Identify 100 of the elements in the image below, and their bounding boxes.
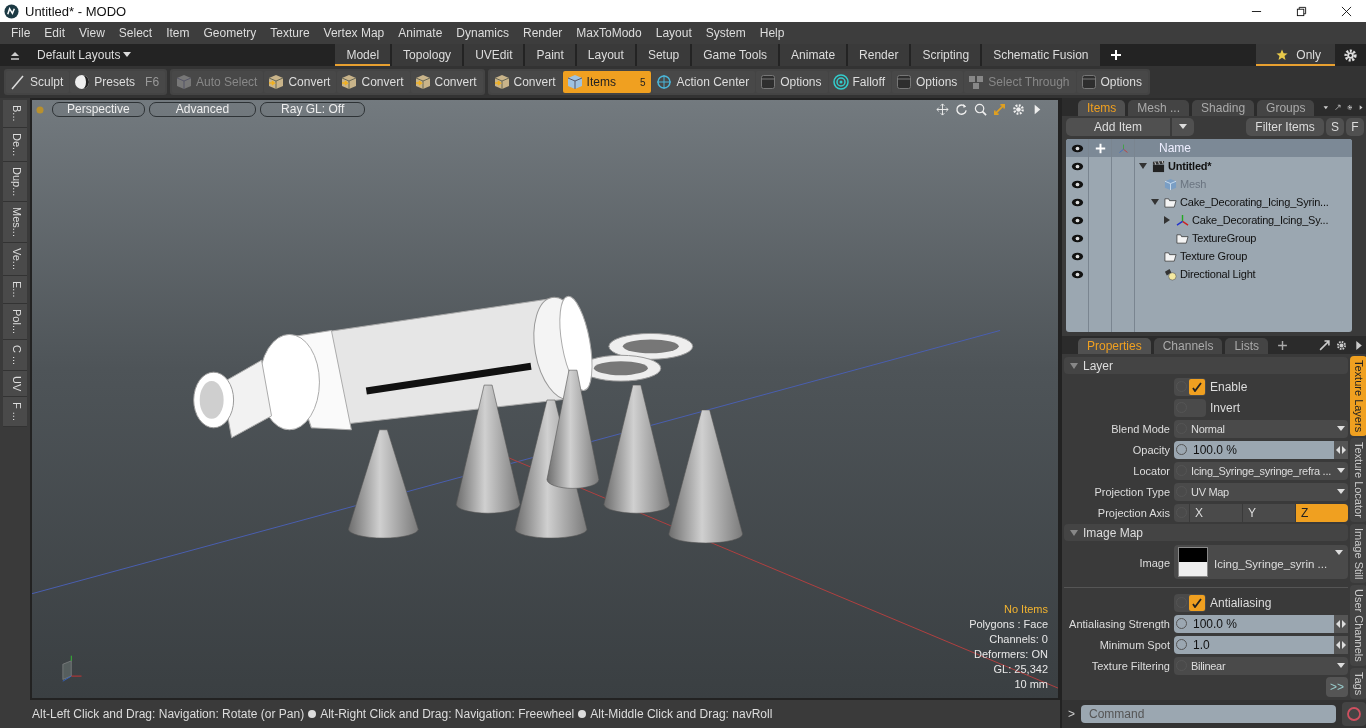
menu-item[interactable]: Render bbox=[516, 26, 570, 40]
tool-button[interactable]: Options bbox=[756, 71, 828, 93]
property-label: Locator bbox=[1132, 464, 1170, 477]
panel-tab[interactable]: Items bbox=[1078, 100, 1126, 116]
layout-tab[interactable]: Schematic Fusion bbox=[982, 44, 1102, 66]
menu-item[interactable]: MaxToModo bbox=[569, 26, 649, 40]
viewport-option-button[interactable]: Ray GL: Off bbox=[260, 102, 366, 117]
toggle-button[interactable]: S bbox=[1326, 118, 1344, 136]
tool-button[interactable]: Convert bbox=[264, 71, 337, 93]
checkbox-label: Invert bbox=[1210, 400, 1240, 415]
menu-item[interactable]: Dynamics bbox=[449, 26, 516, 40]
side-tab[interactable]: Image Still bbox=[1350, 524, 1366, 584]
filter-items-button[interactable]: Filter Items bbox=[1246, 118, 1324, 136]
tool-button[interactable]: Sculpt bbox=[6, 71, 70, 93]
menu-item[interactable]: Animate bbox=[391, 26, 450, 40]
side-tab[interactable]: F ... bbox=[3, 397, 27, 428]
number-field[interactable]: 100.0 % bbox=[1174, 614, 1348, 633]
tool-button[interactable]: Options bbox=[1076, 71, 1148, 93]
side-tab[interactable]: Mes... bbox=[3, 202, 27, 244]
side-tab[interactable]: Texture Layers bbox=[1350, 356, 1366, 437]
menu-item[interactable]: Layout bbox=[648, 26, 699, 40]
number-field[interactable]: 100.0 % bbox=[1174, 440, 1348, 459]
menu-item[interactable]: Item bbox=[159, 26, 197, 40]
panel-tab[interactable]: Shading bbox=[1192, 100, 1255, 116]
tree-row[interactable]: Directional Light bbox=[1066, 265, 1352, 283]
property-label: Texture Filtering bbox=[1090, 659, 1170, 672]
panel-tab[interactable]: Channels bbox=[1153, 338, 1223, 354]
favorites-button[interactable]: Only bbox=[1256, 44, 1335, 66]
window-title: Untitled* - MODO bbox=[25, 3, 128, 19]
tool-button[interactable]: Action Center bbox=[652, 71, 756, 93]
layout-tab[interactable]: Render bbox=[848, 44, 912, 66]
tool-button[interactable]: Items 5 bbox=[562, 71, 652, 93]
more-button[interactable]: >> bbox=[1326, 676, 1348, 697]
layout-tab[interactable]: Layout bbox=[576, 44, 637, 66]
tool-button[interactable]: Presets F6 bbox=[70, 71, 166, 93]
menu-item[interactable]: Geometry bbox=[196, 26, 264, 40]
menu-item[interactable]: Edit bbox=[37, 26, 73, 40]
layout-tab[interactable]: Animate bbox=[780, 44, 849, 66]
status-hint: Alt-Left Click and Drag: Navigation: Rotate (or Pan) bbox=[32, 707, 305, 721]
side-tab[interactable]: E... bbox=[3, 276, 27, 304]
viewport-info-text: No Items bbox=[1004, 602, 1048, 617]
tool-button[interactable]: Options bbox=[892, 71, 964, 93]
tree-row[interactable]: TextureGroup bbox=[1066, 229, 1352, 247]
menu-item[interactable]: File bbox=[4, 26, 38, 40]
dropdown[interactable]: UV Map bbox=[1174, 482, 1348, 501]
viewport-info-text: Deformers: ON bbox=[974, 647, 1048, 662]
side-tab[interactable]: B... bbox=[3, 100, 27, 128]
side-tab[interactable]: De... bbox=[3, 127, 27, 162]
tree-row[interactable]: Cake_Decorating_Icing_Sy... bbox=[1066, 211, 1352, 229]
menu-item[interactable]: System bbox=[698, 26, 753, 40]
layout-tab[interactable]: Paint bbox=[525, 44, 577, 66]
status-hint: Alt-Right Click and Drag: Navigation: Freewheel bbox=[320, 707, 575, 721]
axis-option[interactable]: Z bbox=[1295, 503, 1348, 522]
layout-tab[interactable]: Scripting bbox=[911, 44, 983, 66]
menu-item[interactable]: Vertex Map bbox=[316, 26, 392, 40]
toggle-button[interactable]: F bbox=[1346, 118, 1364, 136]
menu-item[interactable]: Texture bbox=[263, 26, 317, 40]
tool-button[interactable]: Convert bbox=[410, 71, 483, 93]
number-field[interactable]: 1.0 bbox=[1174, 635, 1348, 654]
viewport-option-button[interactable]: Perspective bbox=[52, 102, 145, 117]
menu-item[interactable]: Help bbox=[752, 26, 792, 40]
section-header[interactable]: Image Map bbox=[1064, 524, 1348, 541]
tree-row[interactable]: Cake_Decorating_Icing_Syrin... bbox=[1066, 193, 1352, 211]
side-tab[interactable]: C ... bbox=[3, 339, 27, 371]
section-header[interactable]: Layer bbox=[1064, 357, 1348, 374]
viewport[interactable]: Perspective Advanced Ray GL: Off No Items Polygons : Face Channels: 0 Deformers: ON GL: 25,342 10 mm bbox=[30, 98, 1060, 700]
viewport-option-button[interactable]: Advanced bbox=[148, 102, 257, 117]
panel-tab[interactable]: Groups bbox=[1257, 100, 1315, 116]
tool-button[interactable]: Falloff bbox=[828, 71, 891, 93]
side-tab[interactable]: Pol... bbox=[3, 303, 27, 340]
tool-button[interactable]: Convert bbox=[489, 71, 562, 93]
menu-item[interactable]: Select bbox=[111, 26, 160, 40]
viewport-info-text: Channels: 0 bbox=[989, 632, 1048, 647]
side-tab[interactable]: User Channels bbox=[1350, 585, 1366, 667]
property-label: Antialiasing Strength bbox=[1068, 617, 1170, 630]
layout-tab[interactable]: Game Tools bbox=[692, 44, 781, 66]
side-tab[interactable]: Dup... bbox=[3, 161, 27, 203]
dropdown[interactable]: Normal bbox=[1174, 419, 1348, 438]
panel-tab[interactable]: Properties bbox=[1078, 338, 1151, 354]
dropdown[interactable]: Icing_Syringe_syringe_refra ... bbox=[1174, 461, 1348, 480]
image-picker[interactable]: Icing_Syringe_syrin ... bbox=[1174, 545, 1348, 579]
tree-row[interactable]: Texture Group bbox=[1066, 247, 1352, 265]
layout-tab[interactable]: Topology bbox=[392, 44, 465, 66]
side-tab[interactable]: UV bbox=[3, 370, 27, 398]
menu-item[interactable]: View bbox=[72, 26, 112, 40]
side-tab[interactable]: Ve... bbox=[3, 243, 27, 277]
tree-row[interactable]: Untitled* bbox=[1066, 157, 1352, 175]
panel-tab[interactable]: Mesh ... bbox=[1128, 100, 1190, 116]
side-tab[interactable]: Tags bbox=[1350, 668, 1366, 700]
command-field[interactable]: Command bbox=[1081, 705, 1336, 723]
tool-button[interactable]: Convert bbox=[337, 71, 410, 93]
add-item-button[interactable]: Add Item bbox=[1066, 118, 1170, 136]
dropdown[interactable]: Bilinear bbox=[1174, 656, 1348, 675]
layouts-dropdown[interactable]: Default Layouts bbox=[33, 48, 136, 62]
panel-tab[interactable]: Lists bbox=[1225, 338, 1269, 354]
layout-tab[interactable]: UVEdit bbox=[464, 44, 526, 66]
side-tab[interactable]: Texture Locator bbox=[1350, 438, 1366, 522]
status-hint: Alt-Middle Click and Drag: navRoll bbox=[590, 707, 773, 721]
layout-tab[interactable]: Setup bbox=[636, 44, 693, 66]
layout-tab[interactable]: Model bbox=[335, 44, 393, 66]
